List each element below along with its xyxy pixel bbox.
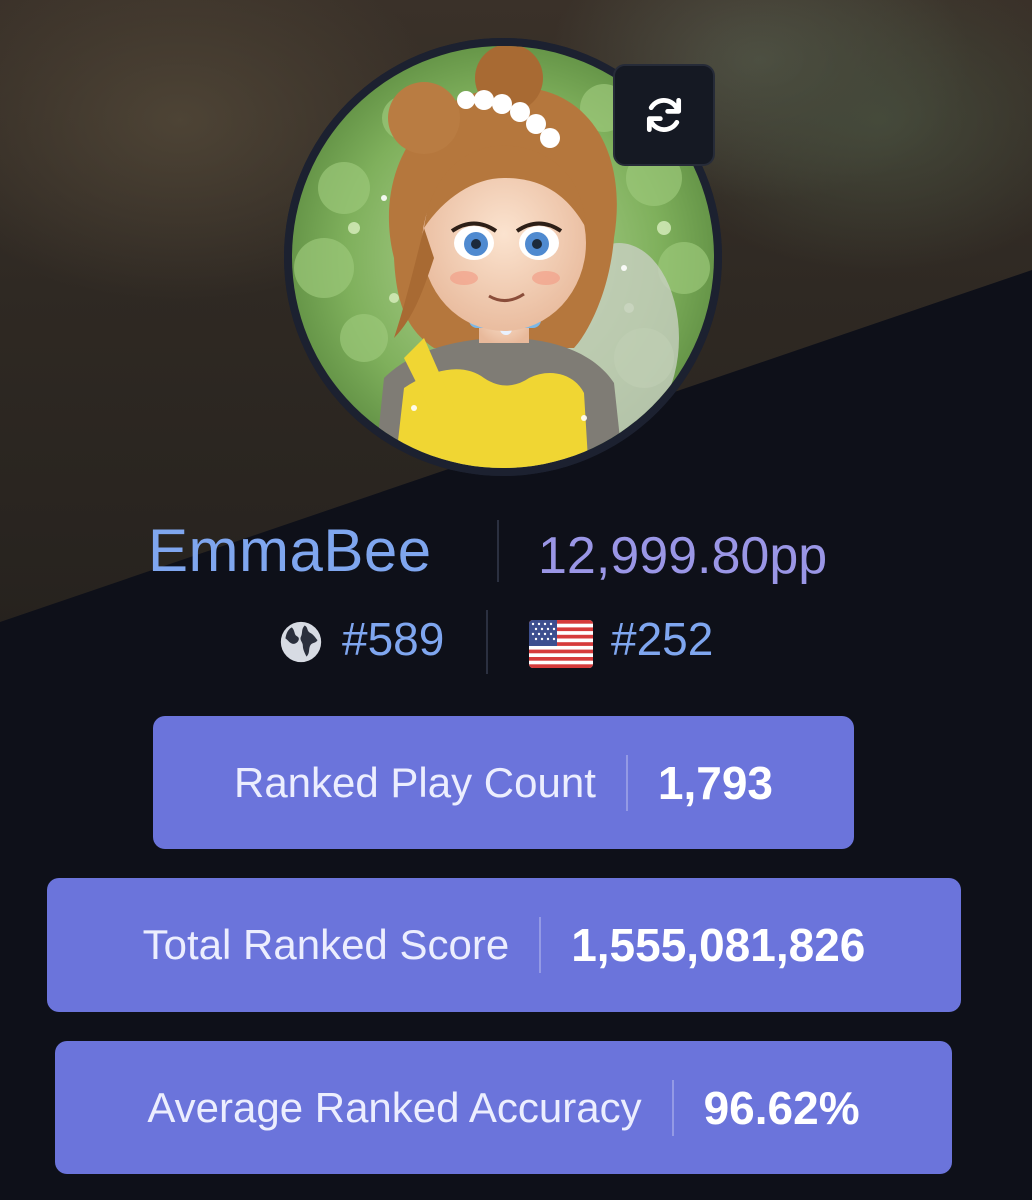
- stat-divider: [625, 754, 628, 811]
- stat-ranked-play-count: Ranked Play Count 1,793: [153, 716, 854, 849]
- username[interactable]: EmmaBee: [148, 516, 432, 585]
- performance-points: 12,999.80pp: [538, 527, 828, 585]
- refresh-button[interactable]: [613, 64, 715, 166]
- divider: [497, 520, 499, 582]
- stat-label: Ranked Play Count: [233, 758, 596, 806]
- stat-value: 96.62%: [703, 1081, 860, 1134]
- profile-name-row: EmmaBee 12,999.80pp: [0, 512, 1032, 592]
- stat-label: Total Ranked Score: [142, 921, 510, 968]
- profile-page: EmmaBee 12,999.80pp #589 #252 Ranked Pla…: [0, 0, 1032, 1200]
- stat-divider: [539, 917, 542, 973]
- refresh-icon: [646, 97, 682, 133]
- stat-value: 1,555,081,826: [571, 919, 866, 971]
- divider: [486, 610, 488, 674]
- stat-divider: [671, 1079, 674, 1136]
- stat-value: 1,793: [657, 756, 773, 809]
- stat-label: Average Ranked Accuracy: [147, 1083, 642, 1131]
- stat-total-ranked-score: Total Ranked Score 1,555,081,826: [47, 878, 961, 1012]
- country-rank[interactable]: #252: [611, 612, 713, 666]
- global-rank[interactable]: #589: [342, 612, 444, 666]
- rank-row: #589 #252: [0, 606, 1032, 676]
- globe-icon: [280, 621, 322, 663]
- stat-average-ranked-accuracy: Average Ranked Accuracy 96.62%: [55, 1041, 952, 1174]
- united-states-flag-icon: [529, 620, 593, 668]
